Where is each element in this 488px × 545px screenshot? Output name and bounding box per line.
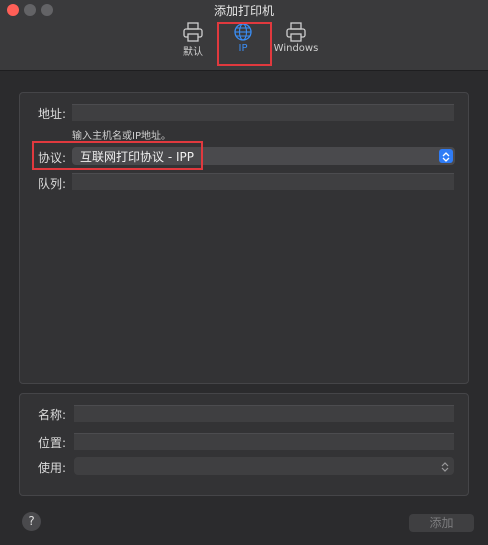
highlight-box-protocol bbox=[32, 141, 203, 170]
window-title: 添加打印机 bbox=[213, 4, 274, 18]
printer-icon bbox=[286, 22, 306, 42]
printer-icon bbox=[183, 22, 203, 42]
tab-windows[interactable]: Windows bbox=[272, 22, 320, 62]
use-label: 使用: bbox=[37, 461, 66, 475]
location-field[interactable] bbox=[74, 433, 454, 450]
name-field[interactable] bbox=[74, 405, 454, 422]
location-label: 位置: bbox=[37, 436, 66, 450]
queue-label: 队列: bbox=[37, 177, 66, 191]
tab-default-label: 默认 bbox=[183, 47, 203, 58]
queue-field[interactable] bbox=[72, 173, 454, 190]
address-label: 地址: bbox=[37, 107, 66, 121]
address-hint: 输入主机名或IP地址。 bbox=[72, 131, 171, 142]
add-button[interactable]: 添加 bbox=[409, 514, 474, 532]
help-button[interactable]: ? bbox=[22, 512, 41, 531]
tab-default[interactable]: 默认 bbox=[176, 22, 210, 62]
up-down-chevron-icon bbox=[440, 459, 450, 478]
name-label: 名称: bbox=[37, 408, 66, 422]
highlight-box-ip-tab bbox=[217, 22, 272, 66]
address-field[interactable] bbox=[72, 104, 454, 121]
use-driver-popup[interactable] bbox=[74, 457, 454, 475]
tab-windows-label: Windows bbox=[273, 43, 319, 54]
up-down-chevron-icon bbox=[439, 149, 453, 163]
